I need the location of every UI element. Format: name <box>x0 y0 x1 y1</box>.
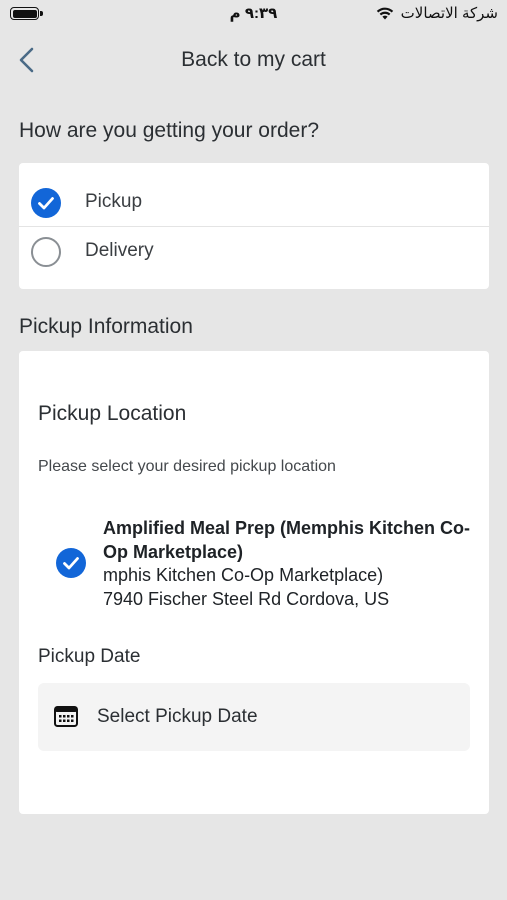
pickup-info-title: Pickup Information <box>19 315 193 338</box>
pickup-location-hint: Please select your desired pickup locati… <box>38 458 336 475</box>
location-checkmark-icon[interactable] <box>56 548 86 578</box>
pickup-option-label: Pickup <box>85 191 143 212</box>
pickup-date-picker[interactable]: Select Pickup Date <box>38 683 470 751</box>
radio-unchecked-icon[interactable] <box>31 237 61 267</box>
pickup-info-card: Pickup Location Please select your desir… <box>19 351 489 814</box>
pickup-location-option[interactable]: Amplified Meal Prep (Memphis Kitchen Co-… <box>103 517 473 611</box>
header: Back to my cart <box>0 36 507 84</box>
location-address-line2: 7940 Fischer Steel Rd Cordova, US <box>103 588 390 609</box>
pickup-option[interactable]: Pickup <box>19 177 489 227</box>
delivery-option[interactable]: Delivery <box>19 226 489 276</box>
status-bar: ٩:٣٩ م شركة الاتصالات <box>0 0 507 30</box>
order-method-title: How are you getting your order? <box>19 119 319 142</box>
page-title[interactable]: Back to my cart <box>0 48 507 72</box>
checkmark-icon[interactable] <box>31 188 61 218</box>
location-name: Amplified Meal Prep (Memphis Kitchen Co-… <box>103 518 471 562</box>
calendar-icon <box>54 706 78 727</box>
wifi-icon <box>376 7 393 20</box>
carrier-name: شركة الاتصالات <box>400 5 498 22</box>
delivery-option-label: Delivery <box>85 240 154 261</box>
location-address-line1: mphis Kitchen Co-Op Marketplace) <box>103 565 384 585</box>
pickup-date-title: Pickup Date <box>38 646 141 667</box>
order-method-card: Pickup Delivery <box>19 163 489 289</box>
pickup-date-placeholder: Select Pickup Date <box>97 706 258 727</box>
pickup-location-title: Pickup Location <box>38 402 187 425</box>
